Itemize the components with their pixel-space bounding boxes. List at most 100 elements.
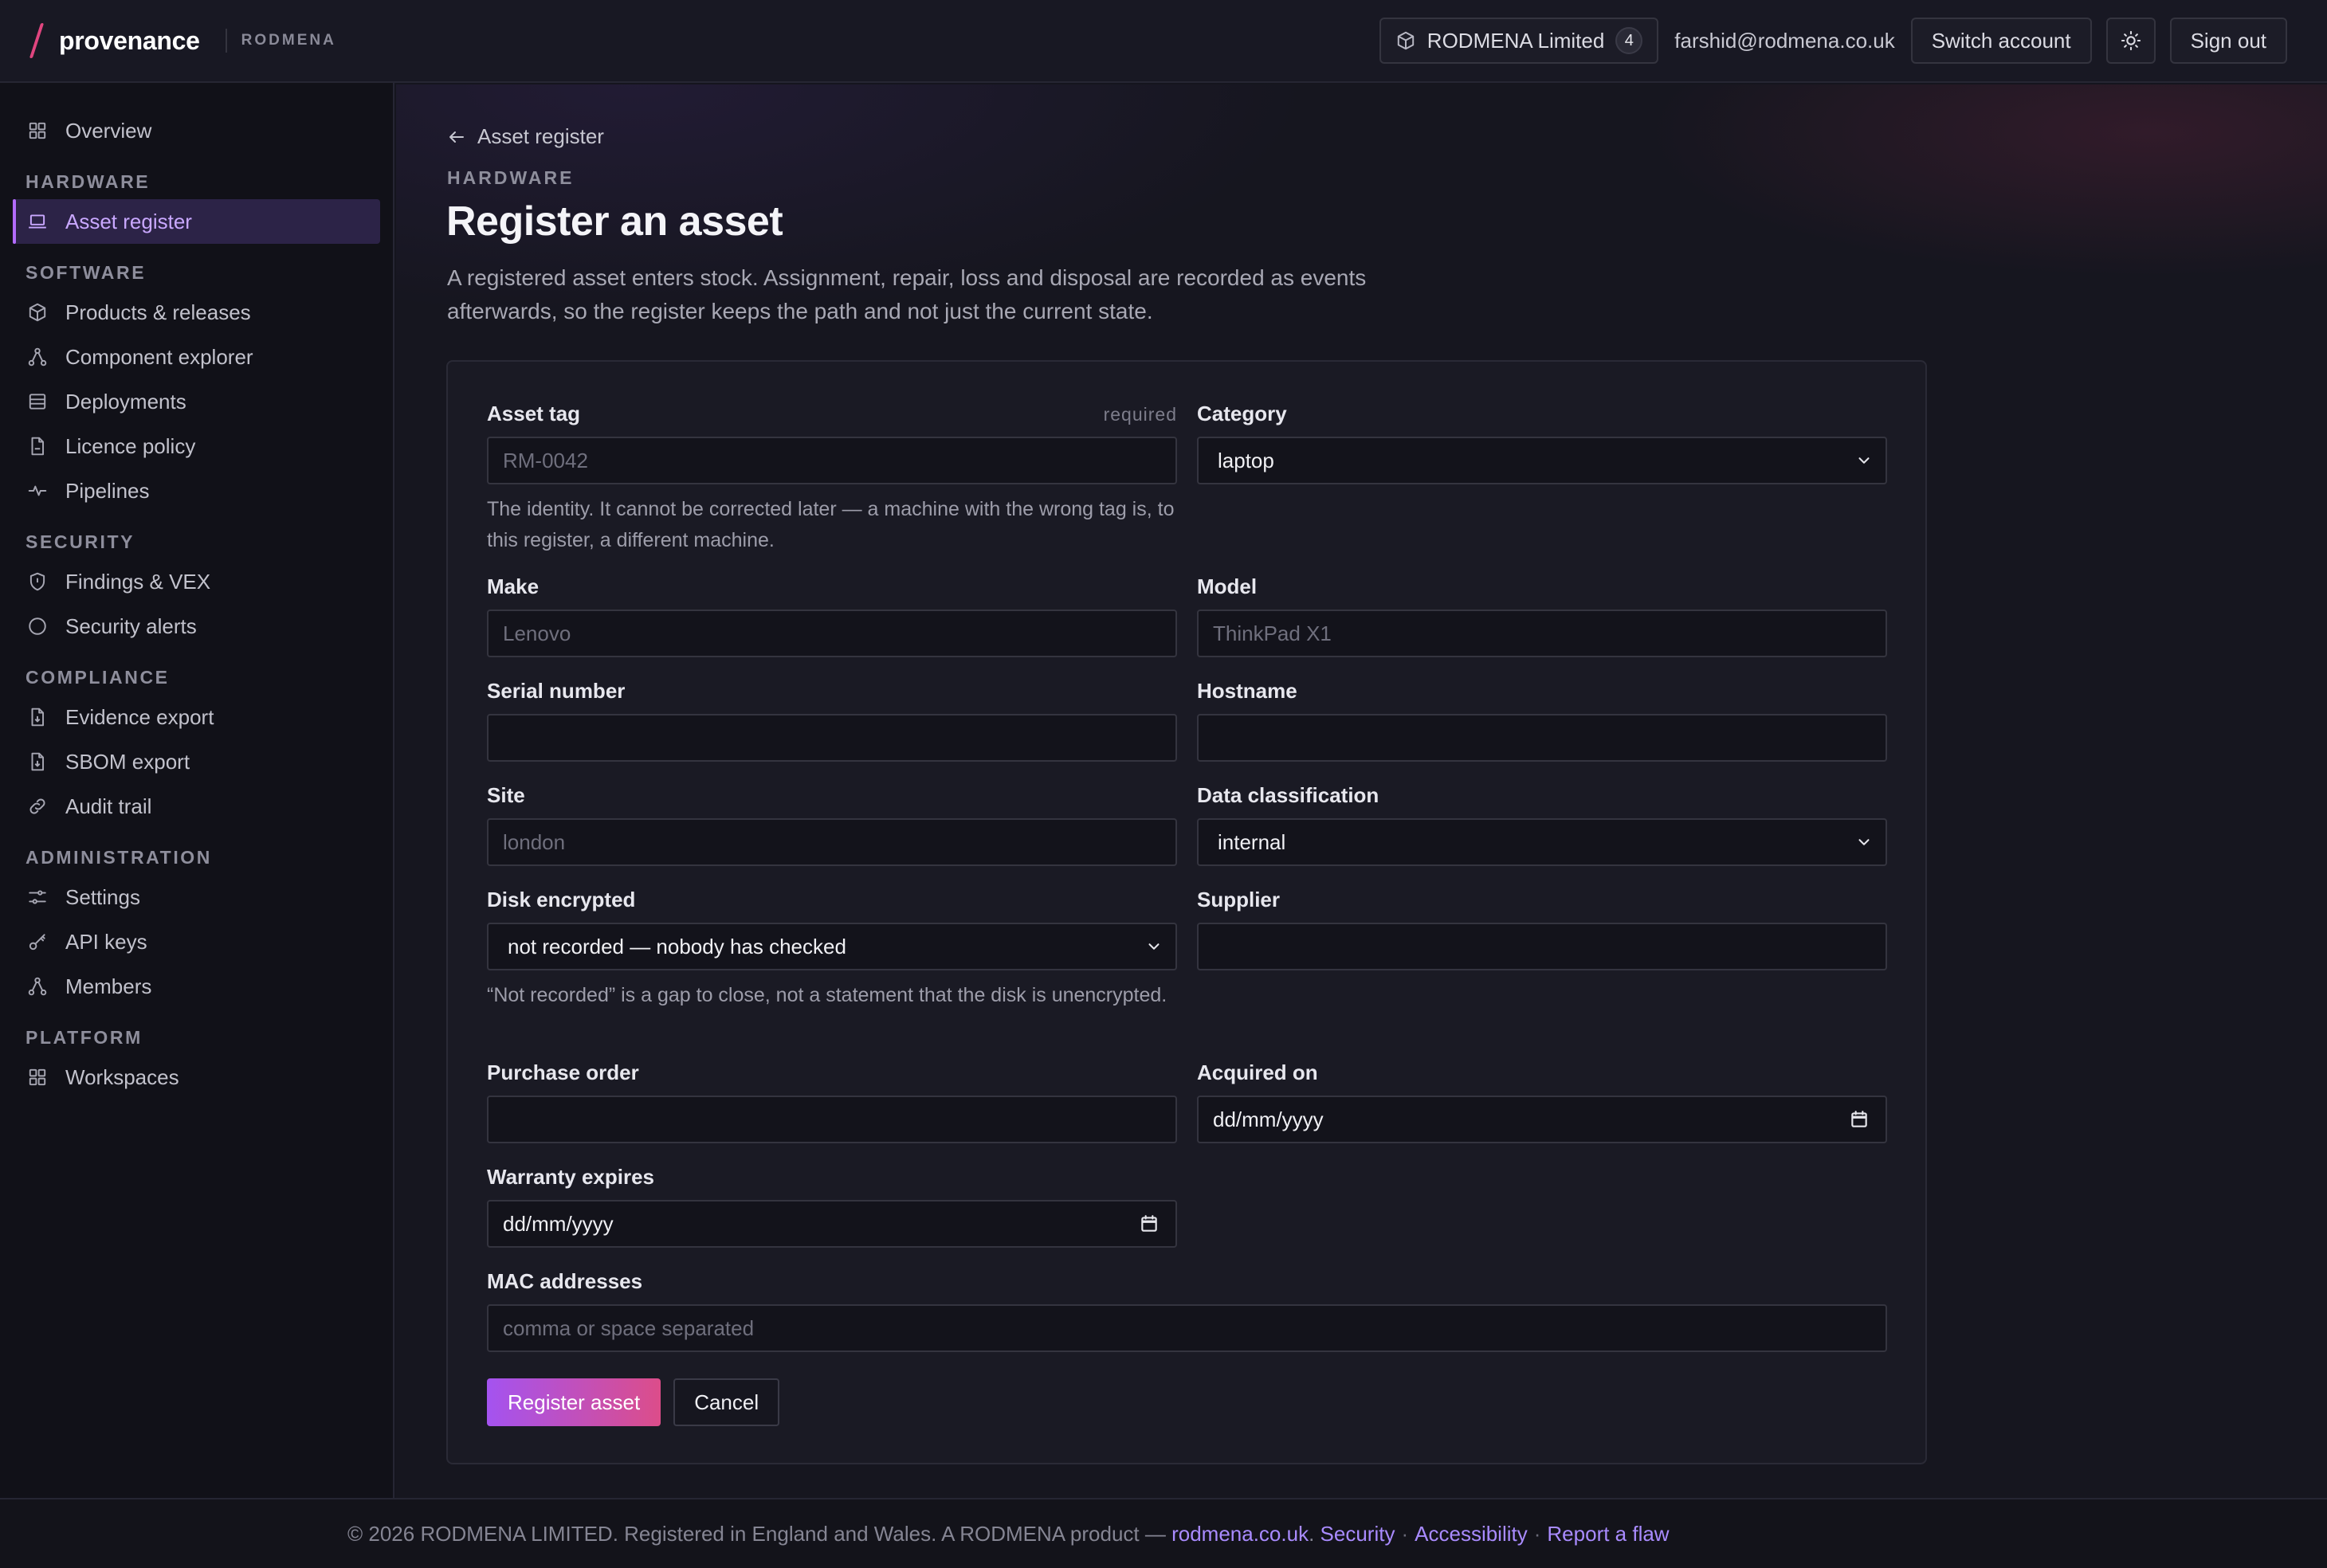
sidebar-section-security: SECURITY: [26, 531, 135, 552]
footer-accessibility-link[interactable]: Accessibility: [1415, 1522, 1528, 1546]
package-icon: [1397, 31, 1414, 50]
brand-org-tag: RODMENA: [241, 32, 336, 49]
sidebar-item-licence-policy[interactable]: Licence policy: [13, 424, 380, 468]
chevron-down-icon: [1148, 943, 1160, 950]
asset-tag-field: Asset tag required RM-0042 The identity.…: [487, 402, 1177, 556]
warranty-expires-date-input[interactable]: dd/mm/yyyy: [487, 1200, 1177, 1248]
sidebar-item-findings-vex[interactable]: Findings & VEX: [13, 559, 380, 604]
sidebar-item-evidence-export[interactable]: Evidence export: [13, 695, 380, 739]
sidebar-item-deployments[interactable]: Deployments: [13, 379, 380, 424]
footer-site-link[interactable]: rodmena.co.uk: [1171, 1522, 1309, 1546]
cancel-button[interactable]: Cancel: [673, 1378, 780, 1426]
calendar-icon[interactable]: [1849, 1109, 1870, 1130]
sidebar-section-hardware: HARDWARE: [26, 171, 151, 192]
site-input[interactable]: london: [487, 818, 1177, 866]
sidebar-item-label: Component explorer: [65, 344, 253, 369]
sidebar-item-asset-register[interactable]: Asset register: [13, 199, 380, 244]
document-icon: [31, 752, 45, 771]
link-icon: [29, 798, 45, 814]
sidebar-item-api-keys[interactable]: API keys: [13, 919, 380, 964]
supplier-label: Supplier: [1197, 888, 1281, 911]
sidebar-item-settings[interactable]: Settings: [13, 875, 380, 919]
chevron-down-icon: [1858, 457, 1870, 464]
sidebar-item-sbom-export[interactable]: SBOM export: [13, 739, 380, 784]
data-classification-select[interactable]: internal: [1197, 818, 1887, 866]
purchase-order-input[interactable]: [487, 1096, 1177, 1143]
top-bar-actions: RODMENA Limited 4 farshid@rodmena.co.uk …: [1379, 18, 2287, 64]
shield-icon: [29, 572, 45, 591]
sidebar-item-label: API keys: [65, 929, 147, 954]
sidebar-item-pipelines[interactable]: Pipelines: [13, 468, 380, 513]
sidebar-section-administration: ADMINISTRATION: [26, 847, 213, 868]
model-input[interactable]: ThinkPad X1: [1197, 610, 1887, 657]
footer: © 2026 RODMENA LIMITED. Registered in En…: [0, 1498, 2327, 1568]
sidebar-item-overview[interactable]: Overview: [13, 108, 380, 153]
footer-security-link[interactable]: Security: [1320, 1522, 1395, 1546]
main-content: Asset register HARDWARE Register an asse…: [396, 84, 2327, 1498]
brand-divider: [225, 29, 227, 53]
sidebar-item-label: Members: [65, 974, 152, 998]
sidebar-item-members[interactable]: Members: [13, 964, 380, 1009]
back-link[interactable]: Asset register: [447, 124, 604, 149]
org-switcher[interactable]: RODMENA Limited 4: [1379, 18, 1659, 64]
serial-number-input[interactable]: [487, 714, 1177, 762]
sidebar-item-audit-trail[interactable]: Audit trail: [13, 784, 380, 829]
disk-encrypted-hint: “Not recorded” is a gap to close, not a …: [487, 984, 1167, 1006]
sidebar-item-label: Licence policy: [65, 433, 196, 458]
calendar-icon[interactable]: [1139, 1213, 1160, 1234]
category-select[interactable]: laptop: [1197, 437, 1887, 484]
warranty-expires-label: Warranty expires: [487, 1165, 655, 1189]
sidebar-item-products-releases[interactable]: Products & releases: [13, 290, 380, 335]
form-actions: Register asset Cancel: [487, 1378, 780, 1426]
server-icon: [29, 394, 46, 410]
acquired-on-date-input[interactable]: dd/mm/yyyy: [1197, 1096, 1887, 1143]
sidebar-item-label: Overview: [65, 118, 152, 143]
back-link-label: Asset register: [477, 124, 604, 148]
sliders-icon: [29, 890, 46, 904]
acquired-on-field: Acquired on dd/mm/yyyy: [1197, 1060, 1887, 1143]
activity-icon: [28, 485, 47, 496]
mac-addresses-label: MAC addresses: [487, 1269, 643, 1293]
user-email: farshid@rodmena.co.uk: [1674, 28, 1895, 53]
serial-number-field: Serial number: [487, 679, 1177, 762]
purchase-order-field: Purchase order: [487, 1060, 1177, 1143]
sidebar-section-platform: PLATFORM: [26, 1027, 143, 1048]
sidebar-item-component-explorer[interactable]: Component explorer: [13, 335, 380, 379]
hostname-input[interactable]: [1197, 714, 1887, 762]
required-indicator: required: [1103, 404, 1177, 425]
asset-tag-input[interactable]: RM-0042: [487, 437, 1177, 484]
register-asset-form: Asset tag required RM-0042 The identity.…: [446, 360, 1927, 1464]
document-icon: [31, 437, 45, 456]
supplier-input[interactable]: [1197, 923, 1887, 970]
sidebar-item-label: Asset register: [65, 209, 192, 233]
mac-addresses-input[interactable]: comma or space separated: [487, 1304, 1887, 1352]
sidebar-item-label: Pipelines: [65, 478, 150, 503]
sidebar-item-security-alerts[interactable]: Security alerts: [13, 604, 380, 649]
footer-separator: ·: [1401, 1521, 1409, 1546]
sun-icon: [2121, 30, 2141, 51]
make-input[interactable]: Lenovo: [487, 610, 1177, 657]
sidebar-section-software: SOFTWARE: [26, 262, 147, 283]
brand-name: provenance: [59, 25, 200, 55]
brand[interactable]: provenance RODMENA: [29, 23, 336, 58]
switch-account-button[interactable]: Switch account: [1910, 18, 2092, 64]
disk-encrypted-label: Disk encrypted: [487, 888, 636, 911]
model-field: Model ThinkPad X1: [1197, 574, 1887, 657]
model-label: Model: [1197, 574, 1258, 598]
sidebar-item-workspaces[interactable]: Workspaces: [13, 1055, 380, 1100]
data-classification-label: Data classification: [1197, 783, 1379, 807]
acquired-on-label: Acquired on: [1197, 1060, 1318, 1084]
hostname-field: Hostname: [1197, 679, 1887, 762]
network-icon: [28, 977, 47, 996]
footer-report-flaw-link[interactable]: Report a flaw: [1547, 1522, 1669, 1546]
register-asset-button[interactable]: Register asset: [487, 1378, 661, 1426]
category-value: laptop: [1218, 448, 1274, 472]
theme-toggle-button[interactable]: [2105, 18, 2156, 64]
network-icon: [28, 347, 47, 367]
footer-period: .: [1309, 1521, 1315, 1546]
laptop-icon: [29, 214, 46, 229]
disk-encrypted-select[interactable]: not recorded — nobody has checked: [487, 923, 1177, 970]
sidebar-item-label: Security alerts: [65, 613, 197, 638]
acquired-on-value: dd/mm/yyyy: [1213, 1107, 1324, 1131]
sign-out-button[interactable]: Sign out: [2169, 18, 2287, 64]
